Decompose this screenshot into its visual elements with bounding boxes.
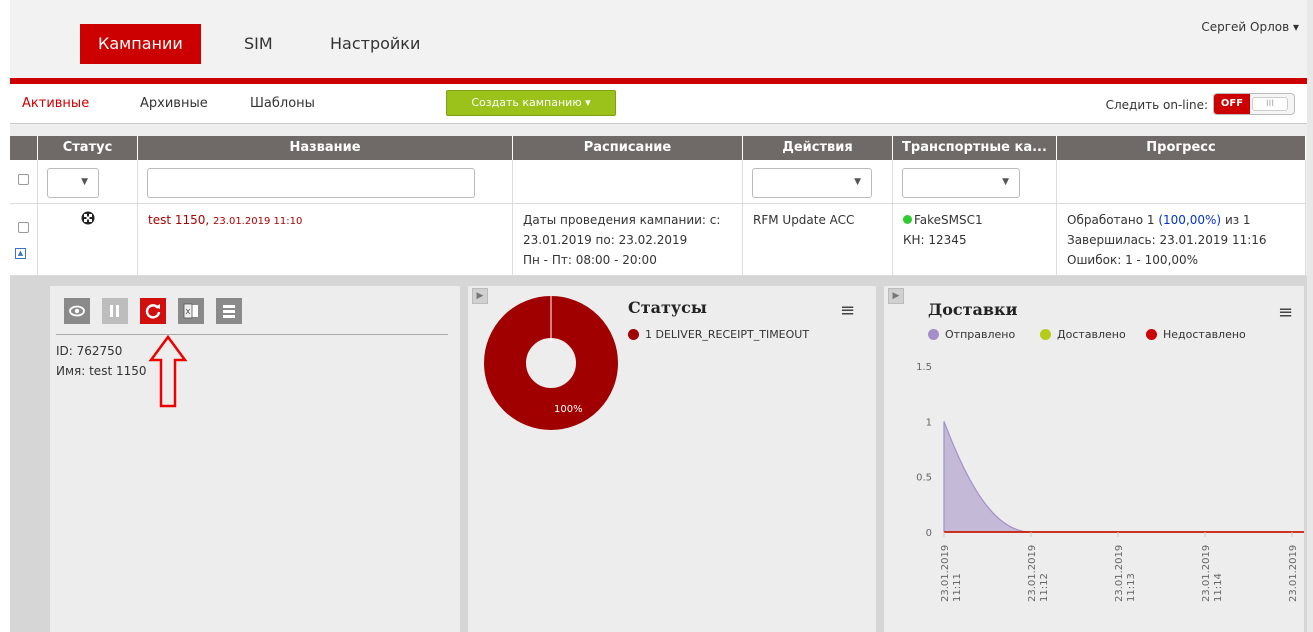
follow-online-toggle[interactable]: OFF III xyxy=(1213,93,1295,115)
campaign-detail: X ID: 762750 Имя: test 1150 ▶ 100% Стату… xyxy=(10,276,1313,632)
campaign-created-date: 23.01.2019 11:10 xyxy=(213,216,303,227)
status-filter-select[interactable]: ▼ xyxy=(47,168,99,198)
expand-row-icon[interactable]: ▲ xyxy=(15,248,26,259)
y-tick-label: 0.5 xyxy=(916,473,932,484)
select-all-checkbox[interactable] xyxy=(18,174,29,185)
page-scrollbar[interactable] xyxy=(1307,0,1313,632)
progress-prefix: Обработано 1 xyxy=(1067,213,1159,227)
transport-name: FakeSMSC1 xyxy=(914,213,983,227)
chevron-right-icon[interactable]: ▶ xyxy=(888,288,904,304)
toggle-off-label: OFF xyxy=(1214,94,1250,114)
toggle-grip: III xyxy=(1252,97,1288,111)
legend-dot xyxy=(928,329,939,340)
legend-dot xyxy=(1040,329,1051,340)
progress-errors: Ошибок: 1 - 100,00% xyxy=(1067,253,1199,267)
name-filter-input[interactable] xyxy=(147,168,475,198)
header-actions[interactable]: Действия xyxy=(743,136,893,160)
header-status[interactable]: Статус xyxy=(38,136,138,160)
transport-filter-select[interactable]: ▼ xyxy=(902,168,1020,198)
finished-flag-icon xyxy=(81,211,94,225)
legend-dot xyxy=(628,329,639,340)
statuses-panel: ▶ 100% Статусы ≡ 1 DELIVER_RECEIPT_TIMEO… xyxy=(468,286,876,632)
table-row[interactable]: ▲ test 1150, 23.01.2019 11:10 Даты прове… xyxy=(10,204,1306,276)
top-navigation: Кампании SIM Настройки Сергей Орлов ▾ xyxy=(10,0,1313,78)
header-schedule[interactable]: Расписание xyxy=(513,136,743,160)
campaign-id: ID: 762750 xyxy=(56,344,123,358)
chevron-down-icon: ▼ xyxy=(1002,177,1009,187)
campaign-info-panel: X ID: 762750 Имя: test 1150 xyxy=(50,286,460,632)
statuses-donut: 100% xyxy=(484,296,618,430)
svg-text:X: X xyxy=(186,308,191,316)
x-tick-label: 23.01.201911:14 xyxy=(1201,545,1224,602)
excel-icon[interactable]: X xyxy=(178,298,204,324)
chevron-down-icon: ▼ xyxy=(854,177,861,187)
nav-campaigns[interactable]: Кампании xyxy=(80,24,201,64)
legend-item-delivered[interactable]: Доставлено xyxy=(1040,328,1126,341)
x-tick-label: 23.01.201911:11 xyxy=(940,545,963,602)
header-checkbox-col xyxy=(10,136,38,160)
legend-label-delivered: Доставлено xyxy=(1057,328,1126,341)
eye-icon[interactable] xyxy=(64,298,90,324)
list-icon[interactable] xyxy=(216,298,242,324)
create-campaign-button[interactable]: Создать кампанию ▾ xyxy=(446,90,616,116)
campaign-name-link[interactable]: test 1150, xyxy=(148,213,209,227)
statuses-title: Статусы xyxy=(628,298,707,317)
legend-label-sent: Отправлено xyxy=(945,328,1016,341)
hamburger-menu-icon[interactable]: ≡ xyxy=(840,300,855,321)
donut-slice-label: 100% xyxy=(554,404,583,415)
progress-finished: Завершилась: 23.01.2019 11:16 xyxy=(1067,233,1267,247)
progress-suffix: из 1 xyxy=(1221,213,1251,227)
statuses-legend-label: 1 DELIVER_RECEIPT_TIMEOUT xyxy=(645,328,810,341)
arrow-up-icon xyxy=(148,334,188,408)
tab-active[interactable]: Активные xyxy=(22,96,89,111)
deliveries-title: Доставки xyxy=(928,300,1018,319)
hamburger-menu-icon[interactable]: ≡ xyxy=(1278,302,1293,323)
pause-icon[interactable] xyxy=(102,298,128,324)
x-tick-label: 23.01.201911:12 xyxy=(1027,545,1050,602)
transport-kn: КН: 12345 xyxy=(903,233,967,247)
series-area-0 xyxy=(943,421,1292,533)
legend-dot xyxy=(1146,329,1157,340)
schedule-line: Даты проведения кампании: с: xyxy=(523,213,721,227)
y-tick-label: 1.5 xyxy=(916,362,932,373)
x-tick-label: 23.01.201911:13 xyxy=(1114,545,1137,602)
tab-templates[interactable]: Шаблоны xyxy=(250,96,315,111)
deliveries-panel: ▶ Доставки ≡ Отправлено Доставлено Недос… xyxy=(884,286,1304,632)
action-value: RFM Update ACC xyxy=(753,213,855,227)
chevron-down-icon: ▼ xyxy=(81,177,88,187)
header-name[interactable]: Название xyxy=(138,136,513,160)
legend-item-undelivered[interactable]: Недоставлено xyxy=(1146,328,1246,341)
y-tick-label: 0 xyxy=(926,528,932,539)
schedule-line: Пн - Пт: 08:00 - 20:00 xyxy=(523,253,657,267)
user-menu[interactable]: Сергей Орлов ▾ xyxy=(1201,20,1299,34)
nav-sim[interactable]: SIM xyxy=(244,24,273,64)
campaign-name: Имя: test 1150 xyxy=(56,364,147,378)
filter-row: ▼ ▼ ▼ xyxy=(10,160,1306,204)
schedule-line: 23.01.2019 по: 23.02.2019 xyxy=(523,233,688,247)
legend-label-undelivered: Недоставлено xyxy=(1163,328,1246,341)
header-progress[interactable]: Прогресс xyxy=(1057,136,1306,160)
nav-settings[interactable]: Настройки xyxy=(330,24,420,64)
row-checkbox[interactable] xyxy=(18,222,29,233)
follow-online-label: Следить on-line: xyxy=(1105,98,1208,112)
campaign-grid: Статус Название Расписание Действия Тран… xyxy=(10,124,1313,632)
header-transport[interactable]: Транспортные ка... xyxy=(893,136,1057,160)
statuses-legend-item[interactable]: 1 DELIVER_RECEIPT_TIMEOUT xyxy=(628,328,809,341)
progress-percent: (100,00%) xyxy=(1158,213,1222,227)
legend-item-sent[interactable]: Отправлено xyxy=(928,328,1015,341)
deliveries-chart: 1.5 1 0.5 0 23.01.201911:11 23.01.201911:12 23… xyxy=(916,362,1304,602)
table-header: Статус Название Расписание Действия Тран… xyxy=(10,136,1306,160)
y-tick-label: 1 xyxy=(926,417,932,428)
actions-filter-select[interactable]: ▼ xyxy=(752,168,872,198)
x-tick-label: 23.01.2019 xyxy=(1288,545,1299,602)
sub-navigation: Активные Архивные Шаблоны Создать кампан… xyxy=(10,84,1313,124)
online-status-icon xyxy=(903,215,912,224)
refresh-icon[interactable] xyxy=(140,298,166,324)
tab-archive[interactable]: Архивные xyxy=(140,96,208,111)
